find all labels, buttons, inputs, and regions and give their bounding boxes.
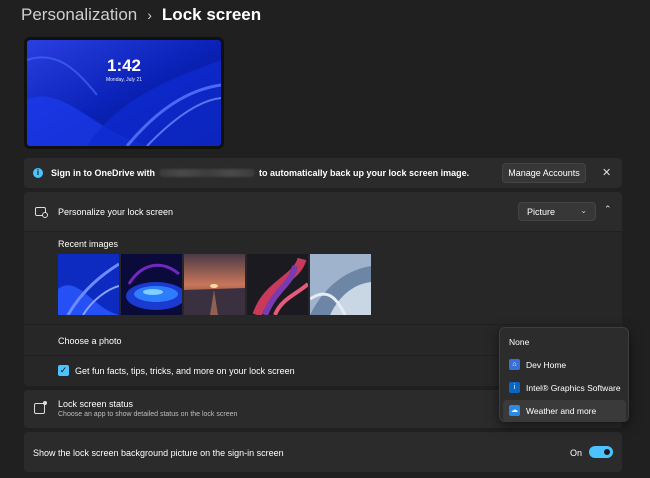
menu-item-label: None [509,337,530,347]
breadcrumb-separator: › [147,7,152,23]
close-icon[interactable]: ✕ [602,166,611,179]
personalize-label: Personalize your lock screen [58,207,174,217]
weather-icon: ☁ [509,405,520,416]
preview-date: Monday, July 21 [105,77,143,83]
dev-home-icon: ⌂ [509,359,520,370]
info-text-before: Sign in to OneDrive with [51,168,156,178]
signin-background-toggle[interactable] [589,446,613,458]
menu-item-label: Weather and more [526,406,597,416]
menu-item-label: Dev Home [526,360,567,370]
menu-item-weather[interactable]: ☁ Weather and more [503,400,626,422]
signin-background-row: Show the lock screen background picture … [24,432,622,472]
dropdown-value: Picture [527,207,556,217]
recent-images-label: Recent images [58,239,119,249]
recent-image-5[interactable] [310,254,371,315]
intel-graphics-icon: i [509,382,520,393]
choose-photo-label: Choose a photo [58,336,122,346]
breadcrumb: Personalization › Lock screen [21,4,261,26]
personalize-lock-screen-row[interactable]: Personalize your lock screen Picture ⌄ ⌃ [24,192,622,231]
menu-item-dev-home[interactable]: ⌂ Dev Home [503,354,626,376]
status-icon [34,401,47,414]
recent-image-1[interactable] [58,254,119,315]
info-message: Sign in to OneDrive with to automaticall… [51,168,469,178]
toggle-state-label: On [570,448,583,458]
lock-screen-type-dropdown[interactable]: Picture ⌄ [518,202,596,221]
lock-screen-preview: 1:42 Monday, July 21 [24,37,224,149]
fun-facts-checkbox[interactable]: ✓ [58,365,69,376]
preview-time: 1:42 [106,56,142,75]
redacted-account [159,169,256,177]
chevron-down-icon: ⌄ [580,206,587,215]
status-app-menu: None ⌂ Dev Home i Intel® Graphics Softwa… [499,327,629,422]
chevron-up-icon[interactable]: ⌃ [604,204,612,215]
recent-images-list [58,254,371,315]
menu-item-intel-graphics[interactable]: i Intel® Graphics Software [503,377,626,399]
fun-facts-label: Get fun facts, tips, tricks, and more on… [75,366,295,376]
lock-screen-status-label: Lock screen status [58,399,134,409]
page-title: Lock screen [161,5,262,24]
info-text-after: to automatically back up your lock scree… [259,168,470,178]
menu-item-none[interactable]: None [503,331,626,353]
manage-accounts-button[interactable]: Manage Accounts [502,163,586,183]
lock-screen-icon [35,207,48,218]
lock-screen-status-sublabel: Choose an app to show detailed status on… [58,411,238,418]
menu-item-label: Intel® Graphics Software [526,383,621,393]
recent-images-section: Recent images [24,232,622,324]
breadcrumb-parent[interactable]: Personalization [21,5,137,25]
signin-background-label: Show the lock screen background picture … [33,448,284,458]
info-icon: i [33,168,43,178]
recent-image-2[interactable] [121,254,182,315]
recent-image-3[interactable] [184,254,245,315]
onedrive-info-bar: i Sign in to OneDrive with to automatica… [24,158,622,188]
recent-image-4[interactable] [247,254,308,315]
